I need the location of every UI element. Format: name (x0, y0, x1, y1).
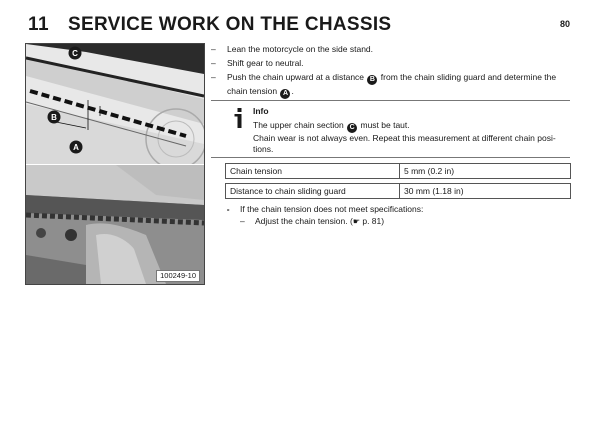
step-side-stand: – Lean the motorcycle on the side stand. (211, 43, 571, 55)
info-line-2: Chain wear is not always even. Repeat th… (253, 133, 556, 154)
info-line-1-after: must be taut. (360, 120, 410, 130)
chain-tension-figure: C B A 100249-10 (25, 43, 205, 285)
chain-measurement-photo (26, 165, 204, 284)
step-text: Lean the motorcycle on the side stand. (227, 44, 374, 54)
step-text: Push the chain upward at a distance (227, 72, 365, 82)
condition-text: If the chain tension does not meet speci… (240, 204, 424, 214)
substep-adjust-chain: – Adjust the chain tension. (☛ p. 81) (240, 215, 384, 228)
info-text: Info The upper chain section C must be t… (253, 106, 570, 155)
info-box: Info The upper chain section C must be t… (211, 100, 570, 158)
svg-text:B: B (51, 113, 57, 122)
badge-a: A (280, 89, 291, 99)
step-dash: – (211, 58, 216, 68)
chain-diagram-photo: C B A (26, 44, 204, 164)
chapter-number: 11 (28, 14, 50, 35)
info-line-1: The upper chain section C must be taut. (253, 120, 570, 133)
badge-b: B (367, 75, 378, 85)
callout-a: A (69, 140, 83, 154)
callout-b: B (47, 110, 61, 124)
step-neutral: – Shift gear to neutral. (211, 57, 571, 69)
substep-dash: – (240, 216, 245, 226)
spec-value: 5 mm (0.2 in) (399, 164, 454, 178)
substep-text: Adjust the chain tension. ( (255, 216, 353, 226)
info-line-1-before: The upper chain section (253, 120, 344, 130)
figure-code: 100249-10 (156, 270, 200, 282)
chapter-title: SERVICE WORK ON THE CHASSIS (68, 14, 392, 35)
spec-label: Distance to chain sliding guard (230, 186, 346, 196)
page-reference-link[interactable]: p. 81) (360, 216, 384, 226)
step-text-end: . (291, 86, 294, 96)
callout-c: C (68, 46, 82, 60)
spec-row-sliding-guard-distance: Distance to chain sliding guard 30 mm (1… (225, 183, 571, 199)
step-dash: – (211, 44, 216, 54)
info-title: Info (253, 106, 269, 116)
spec-label: Chain tension (230, 166, 282, 176)
page-reference-icon: ☛ (352, 217, 360, 226)
svg-text:C: C (72, 49, 78, 58)
svg-text:A: A (73, 143, 79, 152)
procedure-steps: – Lean the motorcycle on the side stand.… (211, 43, 571, 101)
step-text: Shift gear to neutral. (227, 58, 304, 68)
info-icon (234, 108, 242, 128)
page-header: 11 SERVICE WORK ON THE CHASSIS 80 (28, 14, 570, 36)
step-push-chain: – Push the chain upward at a distance B … (211, 71, 571, 99)
badge-c: C (347, 123, 358, 133)
page-number: 80 (559, 19, 570, 29)
spec-row-chain-tension: Chain tension 5 mm (0.2 in) (225, 163, 571, 179)
spec-value: 30 mm (1.18 in) (399, 184, 464, 198)
step-dash: – (211, 72, 216, 82)
condition-bullet: ∘ (226, 207, 231, 214)
